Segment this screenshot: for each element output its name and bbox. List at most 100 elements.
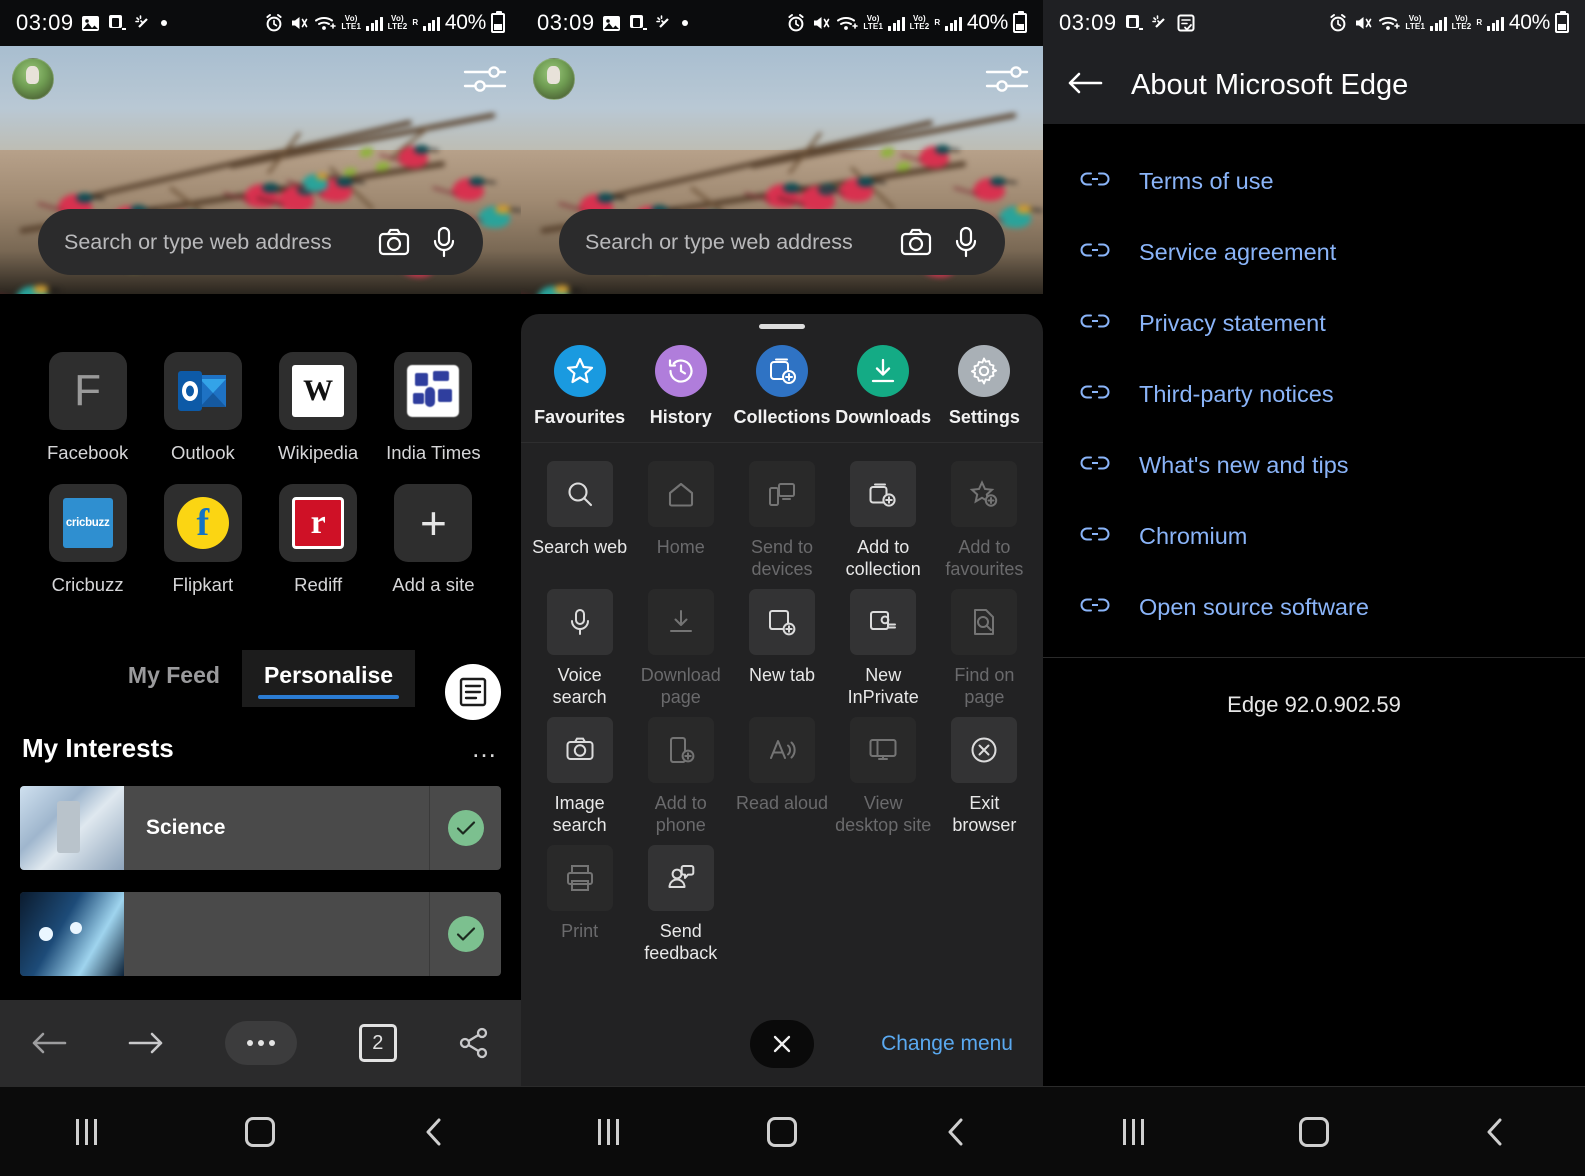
menu-item-label: Send feedback xyxy=(632,921,729,965)
shortcut-rediff[interactable]: r Rediff xyxy=(261,484,376,596)
quick-action-favourites[interactable]: Favourites xyxy=(529,345,630,428)
arrow-left-icon[interactable] xyxy=(31,1029,67,1057)
shortcut-wikipedia[interactable]: W Wikipedia xyxy=(261,352,376,464)
menu-item-send-to-devices: Send to devices xyxy=(731,461,832,581)
menu-item-exit-browser[interactable]: Exit browser xyxy=(934,717,1035,837)
volte-1-icon: Vo)LTE1 xyxy=(1405,15,1425,31)
volte-2-icon: Vo)LTE2 xyxy=(910,15,930,31)
search-input[interactable]: Search or type web address xyxy=(38,209,483,275)
microphone-icon[interactable] xyxy=(949,225,983,259)
status-bar-right: Vo)LTE1 Vo)LTE2 R 40% xyxy=(786,11,1027,35)
reading-list-icon[interactable] xyxy=(445,664,501,720)
about-link-open-source-software[interactable]: Open source software xyxy=(1043,572,1585,643)
sliders-icon[interactable] xyxy=(985,60,1029,98)
tab-personalise[interactable]: Personalise xyxy=(242,650,415,707)
rediff-icon: r xyxy=(279,484,357,562)
avatar[interactable] xyxy=(533,58,575,100)
status-bar: 03:09 xyxy=(0,0,521,46)
quick-action-settings[interactable]: Settings xyxy=(934,345,1035,428)
about-link-privacy-statement[interactable]: Privacy statement xyxy=(1043,288,1585,359)
interest-card-technology[interactable] xyxy=(20,892,501,976)
camera-icon[interactable] xyxy=(899,225,933,259)
signal-bars-2-icon xyxy=(423,16,440,31)
arrow-right-icon[interactable] xyxy=(128,1029,164,1057)
tab-count-button[interactable]: 2 xyxy=(359,1024,397,1062)
interest-card-science[interactable]: Science xyxy=(20,786,501,870)
camera-icon[interactable] xyxy=(377,225,411,259)
alarm-icon xyxy=(264,13,284,33)
new-tab-icon xyxy=(749,589,815,655)
about-link-terms-of-use[interactable]: Terms of use xyxy=(1043,146,1585,217)
shortcut-outlook[interactable]: Outlook xyxy=(145,352,260,464)
status-bar-left: 03:09 xyxy=(537,10,689,36)
microphone-icon[interactable] xyxy=(427,225,461,259)
about-link-chromium[interactable]: Chromium xyxy=(1043,501,1585,572)
check-icon xyxy=(448,916,484,952)
roaming-icon: R xyxy=(412,19,418,27)
shortcut-india-times[interactable]: India Times xyxy=(376,352,491,464)
link-icon xyxy=(1079,382,1111,407)
shortcut-cricbuzz[interactable]: cricbuzz Cricbuzz xyxy=(30,484,145,596)
home-square-icon[interactable] xyxy=(224,1102,296,1162)
avatar[interactable] xyxy=(12,58,54,100)
plus-icon: + xyxy=(394,484,472,562)
shortcut-label: Flipkart xyxy=(173,574,234,596)
tab-my-feed[interactable]: My Feed xyxy=(106,650,242,701)
about-link-label: Privacy statement xyxy=(1139,310,1326,337)
status-time: 03:09 xyxy=(1059,10,1117,36)
menu-item-new-tab[interactable]: New tab xyxy=(731,589,832,709)
collections-add-icon xyxy=(850,461,916,527)
quick-action-history[interactable]: History xyxy=(630,345,731,428)
back-chevron-icon[interactable] xyxy=(920,1102,992,1162)
interest-toggle[interactable] xyxy=(429,892,501,976)
change-menu-button[interactable]: Change menu xyxy=(881,1032,1013,1056)
signal-bars-2-icon xyxy=(945,16,962,31)
battery-icon xyxy=(1555,13,1569,33)
menu-item-label: Search web xyxy=(532,537,627,559)
menu-item-new-inprivate[interactable]: New InPrivate xyxy=(833,589,934,709)
battery-percent: 40% xyxy=(967,11,1008,35)
outlook-icon xyxy=(164,352,242,430)
arrow-left-icon[interactable] xyxy=(1067,70,1103,101)
home-square-icon[interactable] xyxy=(1278,1102,1350,1162)
menu-item-add-to-collection[interactable]: Add to collection xyxy=(833,461,934,581)
page-title: About Microsoft Edge xyxy=(1131,69,1408,102)
shortcut-add-a-site[interactable]: + Add a site xyxy=(376,484,491,596)
shortcut-label: Facebook xyxy=(47,442,128,464)
close-icon[interactable] xyxy=(750,1020,814,1068)
shortcut-flipkart[interactable]: f Flipkart xyxy=(145,484,260,596)
image-icon xyxy=(81,15,100,32)
interest-toggle[interactable] xyxy=(429,786,501,870)
menu-item-search-web[interactable]: Search web xyxy=(529,461,630,581)
menu-item-send-feedback[interactable]: Send feedback xyxy=(630,845,731,965)
more-options-icon[interactable]: … xyxy=(471,733,499,764)
shortcut-facebook[interactable]: F Facebook xyxy=(30,352,145,464)
about-link-service-agreement[interactable]: Service agreement xyxy=(1043,217,1585,288)
wifi-icon xyxy=(1378,14,1400,32)
signal-bars-1-icon xyxy=(888,16,905,31)
more-dots-icon[interactable] xyxy=(225,1021,297,1065)
about-link-third-party-notices[interactable]: Third-party notices xyxy=(1043,359,1585,430)
about-links-list: Terms of use Service agreement Privacy s… xyxy=(1043,124,1585,718)
quick-action-collections[interactable]: Collections xyxy=(731,345,832,428)
quick-action-downloads[interactable]: Downloads xyxy=(833,345,934,428)
recents-icon[interactable] xyxy=(51,1102,123,1162)
about-link-whats-new-and-tips[interactable]: What's new and tips xyxy=(1043,430,1585,501)
back-chevron-icon[interactable] xyxy=(1459,1102,1531,1162)
sliders-icon[interactable] xyxy=(463,60,507,98)
search-input[interactable]: Search or type web address xyxy=(559,209,1005,275)
recents-icon[interactable] xyxy=(572,1102,644,1162)
about-app-bar: About Microsoft Edge xyxy=(1043,46,1585,124)
home-square-icon[interactable] xyxy=(746,1102,818,1162)
link-icon xyxy=(1079,453,1111,478)
menu-item-voice-search[interactable]: Voice search xyxy=(529,589,630,709)
menu-item-label: Add to collection xyxy=(835,537,932,581)
wikipedia-icon: W xyxy=(279,352,357,430)
recents-icon[interactable] xyxy=(1097,1102,1169,1162)
status-time: 03:09 xyxy=(537,10,595,36)
share-icon[interactable] xyxy=(458,1027,490,1059)
menu-item-image-search[interactable]: Image search xyxy=(529,717,630,837)
star-add-icon xyxy=(951,461,1017,527)
back-chevron-icon[interactable] xyxy=(398,1102,470,1162)
about-link-label: Terms of use xyxy=(1139,168,1274,195)
